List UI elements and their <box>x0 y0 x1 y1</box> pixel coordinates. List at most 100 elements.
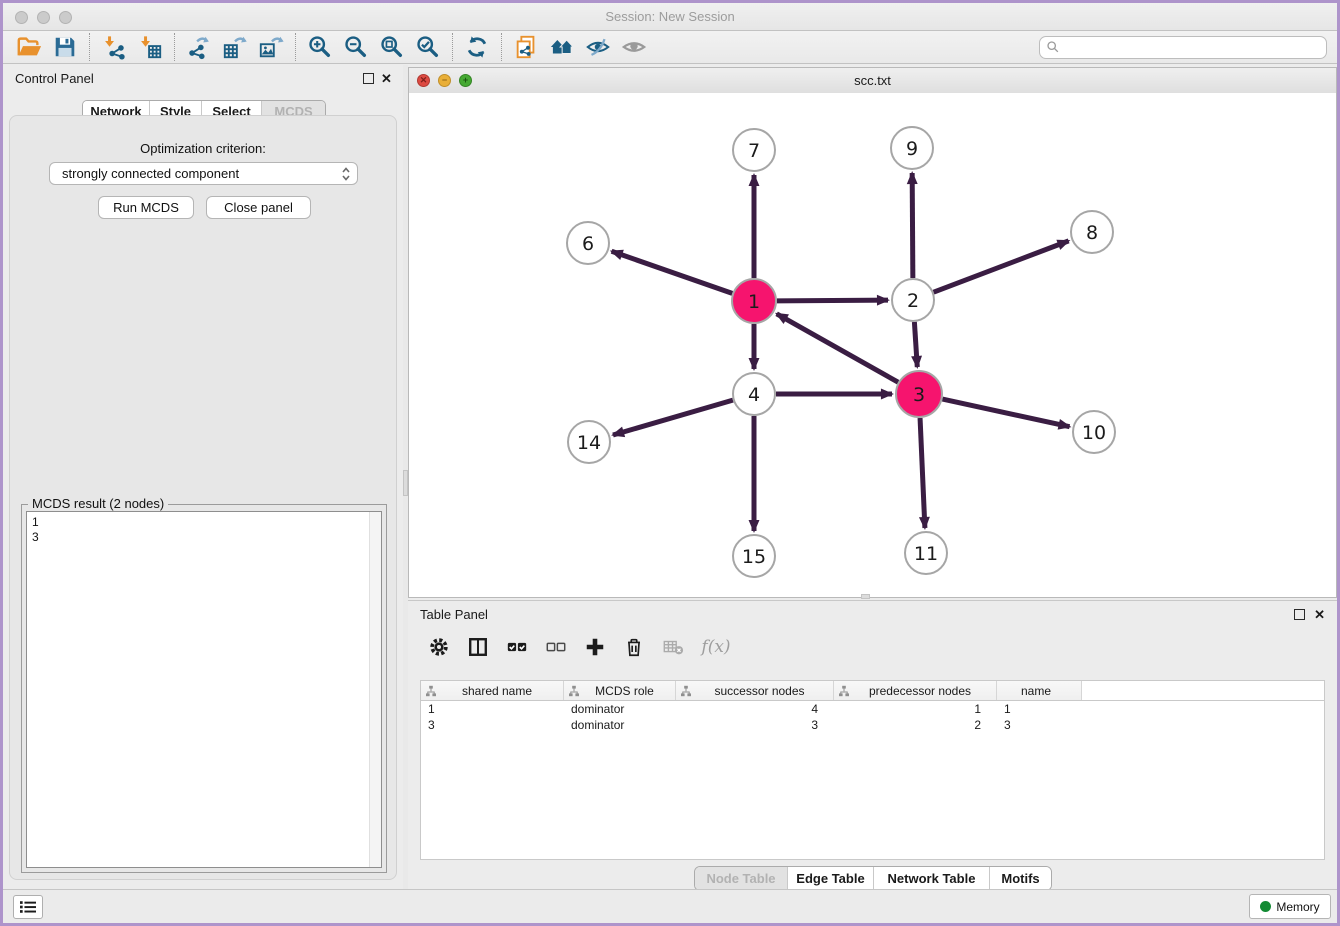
control-panel-float-button[interactable] <box>363 73 374 84</box>
table-cell[interactable]: dominator <box>564 701 676 717</box>
search-icon <box>1046 40 1060 54</box>
control-panel-close-button[interactable]: ✕ <box>381 72 392 85</box>
columns-icon <box>467 636 489 658</box>
table-cell[interactable]: 1 <box>997 701 1082 717</box>
zoom-out-button[interactable] <box>338 32 374 62</box>
mcds-result-textarea[interactable]: 1 3 <box>26 511 382 868</box>
open-file-button[interactable] <box>11 32 47 62</box>
graph-edge-2-3[interactable] <box>914 322 917 367</box>
table-cell[interactable]: 1 <box>421 701 564 717</box>
search-box[interactable] <box>1039 36 1327 59</box>
run-mcds-button[interactable]: Run MCDS <box>98 196 194 219</box>
graph-node-15[interactable]: 15 <box>733 535 775 577</box>
toolbar-separator <box>452 33 453 61</box>
tab-motifs[interactable]: Motifs <box>989 867 1051 890</box>
select-all-button[interactable] <box>504 634 530 660</box>
show-all-icon <box>621 34 647 60</box>
app-title: Session: New Session <box>3 9 1337 24</box>
column-header-predecessor-nodes[interactable]: predecessor nodes <box>834 681 997 700</box>
node-table: shared nameMCDS rolesuccessor nodesprede… <box>420 680 1325 860</box>
tab-network-table[interactable]: Network Table <box>873 867 989 890</box>
graph-node-label: 4 <box>748 384 760 406</box>
column-header-shared-name[interactable]: shared name <box>421 681 564 700</box>
column-header-name[interactable]: name <box>997 681 1082 700</box>
hide-selected-button[interactable] <box>580 32 616 62</box>
zoom-fit-button[interactable] <box>374 32 410 62</box>
network-window-minimize-button[interactable]: − <box>438 74 451 87</box>
graph-edge-2-9[interactable] <box>912 173 913 278</box>
search-input[interactable] <box>1060 37 1326 57</box>
mcds-result-title: MCDS result (2 nodes) <box>28 496 168 511</box>
graph-edge-4-14[interactable] <box>613 400 733 435</box>
table-row[interactable]: 3dominator323 <box>421 717 1324 733</box>
network-window-close-button[interactable]: ✕ <box>417 74 430 87</box>
graph-edge-3-10[interactable] <box>942 399 1069 427</box>
graph-node-11[interactable]: 11 <box>905 532 947 574</box>
zoom-selected-button[interactable] <box>410 32 446 62</box>
graph-node-1[interactable]: 1 <box>732 279 776 323</box>
network-canvas[interactable]: 7 9 6 8 1 2 4 3 14 10 15 11 <box>409 93 1336 597</box>
tab-node-table[interactable]: Node Table <box>695 867 787 890</box>
graph-node-6[interactable]: 6 <box>567 222 609 264</box>
table-cell[interactable]: 3 <box>997 717 1082 733</box>
zoom-fit-icon <box>379 34 405 60</box>
save-session-icon <box>52 34 78 60</box>
memory-button[interactable]: Memory <box>1249 894 1331 919</box>
deselect-all-button[interactable] <box>543 634 569 660</box>
export-image-button[interactable] <box>253 32 289 62</box>
delete-row-button[interactable] <box>621 634 647 660</box>
graph-node-8[interactable]: 8 <box>1071 211 1113 253</box>
save-session-button[interactable] <box>47 32 83 62</box>
zoom-in-button[interactable] <box>302 32 338 62</box>
column-sort-icon <box>568 685 580 697</box>
table-cell[interactable]: 4 <box>676 701 834 717</box>
horizontal-splitter-grip[interactable] <box>861 594 870 599</box>
table-panel-float-button[interactable] <box>1294 609 1305 620</box>
tab-edge-table[interactable]: Edge Table <box>787 867 873 890</box>
column-header-successor-nodes[interactable]: successor nodes <box>676 681 834 700</box>
graph-edge-1-2[interactable] <box>777 300 888 301</box>
columns-button[interactable] <box>465 634 491 660</box>
import-network-button[interactable] <box>96 32 132 62</box>
graph-node-10[interactable]: 10 <box>1073 411 1115 453</box>
graph-node-2[interactable]: 2 <box>892 279 934 321</box>
column-header-MCDS-role[interactable]: MCDS role <box>564 681 676 700</box>
table-panel-close-button[interactable]: ✕ <box>1314 608 1325 621</box>
show-all-button[interactable] <box>616 32 652 62</box>
graph-node-3[interactable]: 3 <box>896 371 942 417</box>
duplicate-network-button[interactable] <box>508 32 544 62</box>
graph-edge-2-8[interactable] <box>934 241 1069 292</box>
table-cell[interactable]: 3 <box>676 717 834 733</box>
graph-node-label: 15 <box>742 546 766 568</box>
table-cell[interactable]: 3 <box>421 717 564 733</box>
graph-node-14[interactable]: 14 <box>568 421 610 463</box>
close-panel-button[interactable]: Close panel <box>206 196 311 219</box>
table-row[interactable]: 1dominator411 <box>421 701 1324 717</box>
graph-node-4[interactable]: 4 <box>733 373 775 415</box>
add-row-button[interactable] <box>582 634 608 660</box>
task-history-button[interactable] <box>13 895 43 919</box>
table-cell[interactable]: 1 <box>834 701 997 717</box>
export-network-button[interactable] <box>181 32 217 62</box>
mcds-result-group: MCDS result (2 nodes) 1 3 <box>21 504 387 873</box>
network-window-zoom-button[interactable]: + <box>459 74 472 87</box>
table-cell[interactable]: dominator <box>564 717 676 733</box>
graph-edge-1-6[interactable] <box>612 251 733 293</box>
table-cell[interactable]: 2 <box>834 717 997 733</box>
graph-node-9[interactable]: 9 <box>891 127 933 169</box>
export-table-button[interactable] <box>217 32 253 62</box>
first-neighbors-button[interactable] <box>544 32 580 62</box>
criterion-select[interactable]: strongly connected component <box>49 162 358 185</box>
settings-button[interactable] <box>426 634 452 660</box>
graph-edge-3-1[interactable] <box>777 314 898 382</box>
workspace-area: scc.txt ✕−+ 7968124314101511 Table Panel… <box>408 65 1337 889</box>
import-table-button[interactable] <box>132 32 168 62</box>
graph-node-7[interactable]: 7 <box>733 129 775 171</box>
graph-node-label: 9 <box>906 138 918 160</box>
mcds-result-scrollbar[interactable] <box>369 512 381 867</box>
table-tabs: Node TableEdge TableNetwork TableMotifs <box>694 866 1052 891</box>
graph-edge-3-11[interactable] <box>920 418 925 528</box>
refresh-layout-button[interactable] <box>459 32 495 62</box>
export-network-icon <box>186 34 212 60</box>
table-panel-title: Table Panel <box>420 607 488 622</box>
